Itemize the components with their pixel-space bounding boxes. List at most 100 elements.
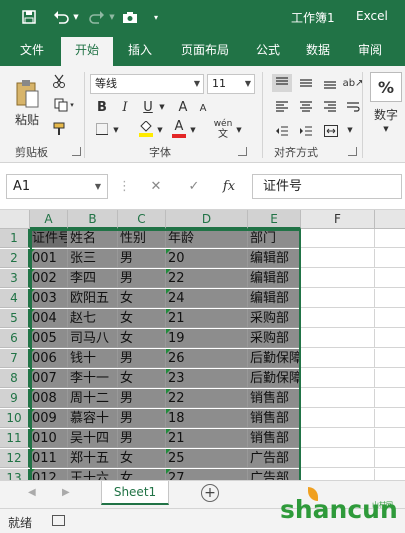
cell-g3[interactable] (375, 269, 405, 288)
chevron-down-icon[interactable]: ▼ (235, 123, 243, 137)
cell-g9[interactable] (375, 389, 405, 408)
cell-e1[interactable]: 部门 (248, 229, 301, 248)
chevron-down-icon[interactable]: ▼ (158, 100, 166, 114)
merge-center-icon[interactable] (322, 122, 340, 140)
name-box[interactable]: A1 ▼ (6, 174, 108, 199)
cell-e8[interactable]: 后勤保障部 (248, 369, 315, 388)
align-bottom-icon[interactable] (320, 74, 340, 92)
cell-g6[interactable] (375, 329, 405, 348)
cell-f3[interactable] (301, 269, 375, 288)
cell-f11[interactable] (301, 429, 375, 448)
cell-g10[interactable] (375, 409, 405, 428)
row-header[interactable]: 6 (0, 329, 30, 348)
cell-b12[interactable]: 郑十五 (68, 449, 118, 468)
prev-sheet-icon[interactable]: ◀ (28, 487, 36, 498)
cell-c9[interactable]: 男 (118, 389, 166, 408)
chevron-down-icon[interactable]: ▼ (72, 8, 80, 26)
cell-d12[interactable]: 25 (166, 449, 248, 468)
chevron-down-icon[interactable]: ▼ (156, 123, 164, 137)
cell-a6[interactable]: 005 (30, 329, 68, 348)
tab-data[interactable]: 数据 (298, 34, 338, 66)
cell-d3[interactable]: 22 (166, 269, 248, 288)
tab-review[interactable]: 审阅 (348, 34, 392, 66)
column-header-c[interactable]: C (118, 210, 166, 229)
cell-d4[interactable]: 24 (166, 289, 248, 308)
cell-a4[interactable]: 003 (30, 289, 68, 308)
cell-a2[interactable]: 001 (30, 249, 68, 268)
cell-a8[interactable]: 007 (30, 369, 68, 388)
select-all-button[interactable] (0, 210, 30, 229)
cell-d2[interactable]: 20 (166, 249, 248, 268)
align-top-icon[interactable] (272, 74, 292, 92)
customize-icon[interactable]: ▾ (150, 8, 162, 26)
row-header[interactable]: 1 (0, 229, 30, 248)
row-header[interactable]: 3 (0, 269, 30, 288)
font-size-select[interactable]: 11 ▼ (207, 74, 255, 94)
cell-e11[interactable]: 销售部 (248, 429, 301, 448)
cell-b13[interactable]: 王十六 (68, 469, 118, 480)
cell-b3[interactable]: 李四 (68, 269, 118, 288)
align-left-icon[interactable] (272, 98, 292, 116)
cell-c4[interactable]: 女 (118, 289, 166, 308)
chevron-down-icon[interactable]: ▼ (346, 123, 354, 137)
row-header[interactable]: 2 (0, 249, 30, 268)
camera-icon[interactable] (120, 8, 140, 26)
cell-e10[interactable]: 销售部 (248, 409, 301, 428)
cell-g1[interactable] (375, 229, 405, 248)
decrease-indent-icon[interactable] (272, 122, 292, 140)
cell-d1[interactable]: 年龄 (166, 229, 248, 248)
borders-icon[interactable] (94, 120, 110, 138)
tab-file[interactable]: 文件 (12, 34, 52, 66)
cell-c10[interactable]: 男 (118, 409, 166, 428)
cell-c1[interactable]: 性别 (118, 229, 166, 248)
chevron-down-icon[interactable]: ▼ (112, 123, 120, 137)
cell-e12[interactable]: 广告部 (248, 449, 301, 468)
number-label[interactable]: 数字 (370, 106, 402, 122)
row-header[interactable]: 5 (0, 309, 30, 328)
cell-d13[interactable]: 27 (166, 469, 248, 480)
cell-c11[interactable]: 男 (118, 429, 166, 448)
cell-a13[interactable]: 012 (30, 469, 68, 480)
cell-g4[interactable] (375, 289, 405, 308)
number-format-button[interactable]: % (370, 72, 402, 102)
row-header[interactable]: 8 (0, 369, 30, 388)
cell-f1[interactable] (301, 229, 375, 248)
tab-insert[interactable]: 插入 (120, 34, 160, 66)
sheet-tab-sheet1[interactable]: Sheet1 (101, 481, 169, 505)
row-header[interactable]: 7 (0, 349, 30, 368)
column-header-f[interactable]: F (301, 210, 375, 229)
cell-d10[interactable]: 18 (166, 409, 248, 428)
font-name-select[interactable]: 等线 ▼ (90, 74, 204, 94)
align-center-icon[interactable] (296, 98, 316, 116)
cell-g5[interactable] (375, 309, 405, 328)
align-right-icon[interactable] (320, 98, 340, 116)
cell-a12[interactable]: 011 (30, 449, 68, 468)
cell-e7[interactable]: 后勤保障部 (248, 349, 315, 368)
cell-c13[interactable]: 女 (118, 469, 166, 480)
cell-f7[interactable] (301, 349, 375, 368)
cell-g7[interactable] (375, 349, 405, 368)
cell-d11[interactable]: 21 (166, 429, 248, 448)
insert-function-icon[interactable]: fx (218, 174, 240, 199)
column-header-d[interactable]: D (166, 210, 248, 229)
cell-c3[interactable]: 男 (118, 269, 166, 288)
tab-home[interactable]: 开始 (61, 37, 113, 66)
cell-e6[interactable]: 采购部 (248, 329, 301, 348)
cell-f10[interactable] (301, 409, 375, 428)
column-header-a[interactable]: A (30, 210, 68, 229)
tab-page-layout[interactable]: 页面布局 (172, 34, 238, 66)
cell-a5[interactable]: 004 (30, 309, 68, 328)
next-sheet-icon[interactable]: ▶ (62, 487, 70, 498)
font-color-icon[interactable]: A (170, 118, 188, 140)
column-header-b[interactable]: B (68, 210, 118, 229)
cell-b2[interactable]: 张三 (68, 249, 118, 268)
fill-color-icon[interactable] (136, 118, 156, 140)
cell-d6[interactable]: 19 (166, 329, 248, 348)
cell-f8[interactable] (301, 369, 375, 388)
chevron-down-icon[interactable]: ▼ (108, 8, 116, 26)
bold-button[interactable]: B (94, 98, 110, 116)
row-header[interactable]: 9 (0, 389, 30, 408)
cell-e4[interactable]: 编辑部 (248, 289, 301, 308)
row-header[interactable]: 11 (0, 429, 30, 448)
cell-c6[interactable]: 女 (118, 329, 166, 348)
